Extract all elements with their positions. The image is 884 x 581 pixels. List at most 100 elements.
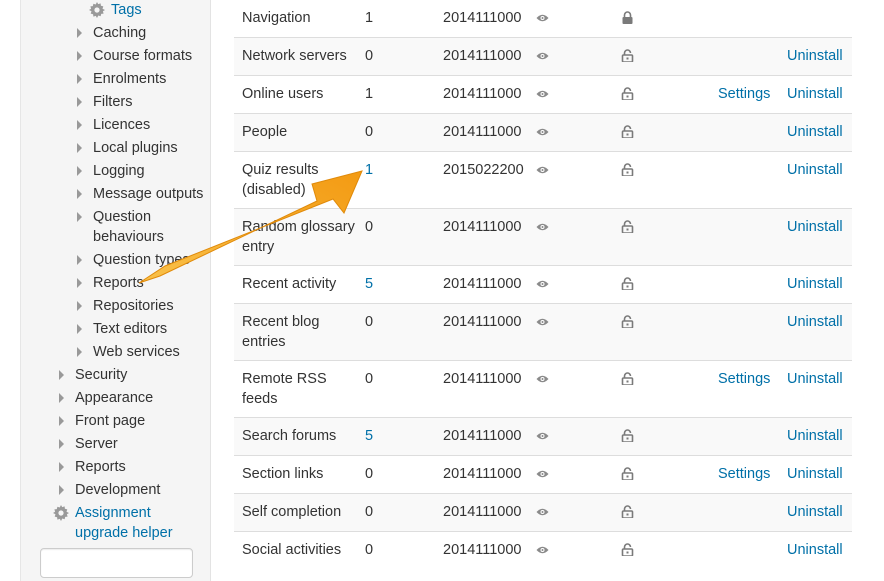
unlock-icon[interactable] — [621, 467, 634, 480]
admin-search-input[interactable] — [40, 548, 193, 578]
sidebar-item-web-services[interactable]: Web services — [77, 342, 180, 362]
sidebar-item-repositories[interactable]: Repositories — [77, 296, 174, 316]
uninstall-link[interactable]: Uninstall — [787, 84, 843, 104]
eye-icon[interactable] — [536, 430, 549, 442]
sidebar-item-label[interactable]: Web services — [93, 342, 180, 362]
sidebar-item-caching[interactable]: Caching — [77, 23, 146, 43]
unlock-icon[interactable] — [621, 49, 634, 62]
caret-right-icon — [77, 166, 82, 176]
sidebar-item-label[interactable]: Repositories — [93, 296, 174, 316]
sidebar-item-server[interactable]: Server — [59, 434, 118, 454]
unlock-icon[interactable] — [621, 277, 634, 290]
sidebar-item-enrolments[interactable]: Enrolments — [77, 69, 166, 89]
eye-icon[interactable] — [536, 50, 549, 62]
sidebar-item-course-formats[interactable]: Course formats — [77, 46, 192, 66]
sidebar-item-development[interactable]: Development — [59, 480, 160, 500]
uninstall-link[interactable]: Uninstall — [787, 464, 843, 484]
plugin-instance-count[interactable]: 5 — [365, 426, 373, 446]
sidebar-item-label[interactable]: Text editors — [93, 319, 167, 339]
sidebar-item-filters[interactable]: Filters — [77, 92, 132, 112]
sidebar-item-label[interactable]: Question types — [93, 250, 190, 270]
sidebar-item-assignment-upgrade-helper[interactable]: Assignment upgrade helper — [53, 503, 193, 543]
eye-icon[interactable] — [536, 316, 549, 328]
uninstall-link[interactable]: Uninstall — [787, 122, 843, 142]
sidebar-item-security[interactable]: Security — [59, 365, 127, 385]
sidebar-item-tags[interactable]: Tags — [89, 0, 142, 20]
eye-icon[interactable] — [536, 12, 549, 24]
uninstall-link[interactable]: Uninstall — [787, 46, 843, 66]
eye-icon[interactable] — [536, 278, 549, 290]
lock-icon[interactable] — [621, 11, 634, 24]
sidebar-item-label[interactable]: Security — [75, 365, 127, 385]
unlock-icon[interactable] — [621, 372, 634, 385]
eye-icon[interactable] — [536, 544, 549, 556]
sidebar-item-local-plugins[interactable]: Local plugins — [77, 138, 178, 158]
sidebar-item-text-editors[interactable]: Text editors — [77, 319, 167, 339]
settings-link[interactable]: Settings — [718, 369, 770, 389]
sidebar-item-question-behaviours[interactable]: Question behaviours — [77, 207, 197, 247]
sidebar-item-label[interactable]: Reports — [93, 273, 144, 293]
eye-icon[interactable] — [536, 126, 549, 138]
sidebar-item-label[interactable]: Reports — [75, 457, 126, 477]
sidebar-item-label[interactable]: Caching — [93, 23, 146, 43]
sidebar-item-appearance[interactable]: Appearance — [59, 388, 153, 408]
sidebar-item-reports-plugins[interactable]: Reports — [77, 273, 144, 293]
eye-icon[interactable] — [536, 221, 549, 233]
plugin-version: 2014111000 — [443, 428, 522, 444]
settings-link[interactable]: Settings — [718, 464, 770, 484]
sidebar-item-front-page[interactable]: Front page — [59, 411, 145, 431]
eye-icon[interactable] — [536, 88, 549, 100]
sidebar-item-reports[interactable]: Reports — [59, 457, 126, 477]
unlock-icon[interactable] — [621, 315, 634, 328]
sidebar-item-label[interactable]: Front page — [75, 411, 145, 431]
sidebar-item-label[interactable]: Message outputs — [93, 184, 203, 204]
caret-right-icon — [77, 301, 82, 311]
uninstall-link[interactable]: Uninstall — [787, 160, 843, 180]
unlock-icon[interactable] — [621, 543, 634, 556]
eye-icon[interactable] — [536, 164, 549, 176]
sidebar-item-logging[interactable]: Logging — [77, 161, 145, 181]
sidebar-item-licences[interactable]: Licences — [77, 115, 150, 135]
uninstall-link[interactable]: Uninstall — [787, 217, 843, 237]
sidebar-item-label[interactable]: Local plugins — [93, 138, 178, 158]
eye-icon[interactable] — [536, 468, 549, 480]
sidebar-item-label[interactable]: Course formats — [93, 46, 192, 66]
sidebar-item-label[interactable]: Licences — [93, 115, 150, 135]
unlock-icon[interactable] — [621, 87, 634, 100]
uninstall-link[interactable]: Uninstall — [787, 274, 843, 294]
sidebar-item-label[interactable]: Appearance — [75, 388, 153, 408]
plugin-instance-count[interactable]: 1 — [365, 160, 373, 180]
sidebar-item-label[interactable]: Tags — [111, 0, 142, 20]
plugin-instance-count: 0 — [365, 371, 374, 387]
unlock-icon[interactable] — [621, 505, 634, 518]
sidebar-item-label[interactable]: Assignment upgrade helper — [75, 503, 193, 543]
plugin-version: 2014111000 — [443, 371, 522, 387]
table-row: Random glossary entry 0 2014111000 Uninstal… — [234, 208, 852, 265]
sidebar-item-question-types[interactable]: Question types — [77, 250, 190, 270]
sidebar-item-label[interactable]: Server — [75, 434, 118, 454]
plugin-instance-count[interactable]: 5 — [365, 274, 373, 294]
caret-right-icon — [77, 143, 82, 153]
unlock-icon[interactable] — [621, 163, 634, 176]
uninstall-link[interactable]: Uninstall — [787, 312, 843, 332]
plugin-name: Remote RSS feeds — [242, 371, 327, 407]
uninstall-link[interactable]: Uninstall — [787, 502, 843, 522]
eye-icon[interactable] — [536, 373, 549, 385]
uninstall-link[interactable]: Uninstall — [787, 540, 843, 560]
unlock-icon[interactable] — [621, 125, 634, 138]
uninstall-link[interactable]: Uninstall — [787, 426, 843, 446]
sidebar-item-label[interactable]: Logging — [93, 161, 145, 181]
sidebar-item-label[interactable]: Question behaviours — [93, 207, 197, 247]
sidebar-item-label[interactable]: Filters — [93, 92, 132, 112]
sidebar-item-label[interactable]: Enrolments — [93, 69, 166, 89]
eye-icon[interactable] — [536, 506, 549, 518]
uninstall-link[interactable]: Uninstall — [787, 369, 843, 389]
settings-link[interactable]: Settings — [718, 84, 770, 104]
unlock-icon[interactable] — [621, 220, 634, 233]
sidebar-item-message-outputs[interactable]: Message outputs — [77, 184, 203, 204]
unlock-icon[interactable] — [621, 429, 634, 442]
plugin-name: Search forums — [242, 428, 337, 444]
plugin-version: 2015022200 — [443, 162, 524, 178]
sidebar-item-label[interactable]: Development — [75, 480, 160, 500]
caret-right-icon — [59, 485, 64, 495]
